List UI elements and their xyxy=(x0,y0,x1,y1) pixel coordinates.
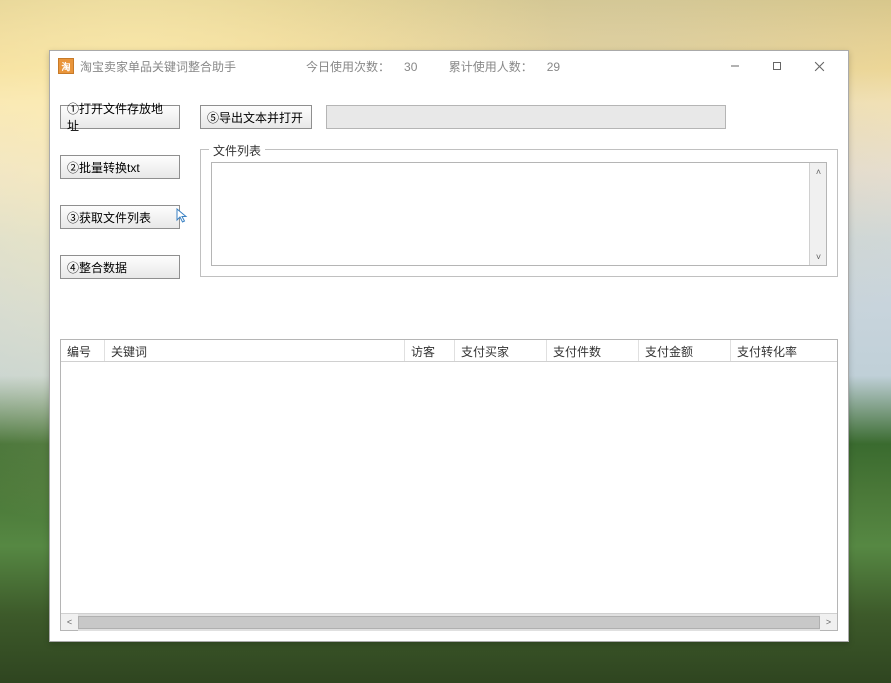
col-items[interactable]: 支付件数 xyxy=(547,340,639,361)
batch-convert-txt-button[interactable]: ②批量转换txt xyxy=(60,155,180,179)
total-users-count: 29 xyxy=(547,60,560,74)
scroll-track[interactable] xyxy=(78,614,820,631)
app-icon: 淘 xyxy=(58,58,74,74)
today-usage-label: 今日使用次数： xyxy=(306,60,390,74)
title-stats: 今日使用次数： 30 累计使用人数： 29 xyxy=(306,58,588,75)
col-buyers[interactable]: 支付买家 xyxy=(455,340,547,361)
scroll-up-icon[interactable]: ˄ xyxy=(810,163,827,180)
maximize-button[interactable] xyxy=(756,52,798,80)
col-index[interactable]: 编号 xyxy=(61,340,105,361)
right-panel: ⑤导出文本并打开 文件列表 ˄ ˅ xyxy=(200,105,838,277)
scroll-down-icon[interactable]: ˅ xyxy=(810,248,827,265)
today-usage-count: 30 xyxy=(404,60,417,74)
col-conversion[interactable]: 支付转化率 xyxy=(731,340,837,361)
integrate-data-button[interactable]: ④整合数据 xyxy=(60,255,180,279)
titlebar[interactable]: 淘 淘宝卖家单品关键词整合助手 今日使用次数： 30 累计使用人数： 29 xyxy=(50,51,848,81)
window-title: 淘宝卖家单品关键词整合助手 xyxy=(80,58,236,75)
col-keyword[interactable]: 关键词 xyxy=(105,340,405,361)
top-panel: ①打开文件存放地址 ②批量转换txt ③获取文件列表 ④整合数据 ⑤导出文本并打… xyxy=(60,87,838,319)
content-area: ①打开文件存放地址 ②批量转换txt ③获取文件列表 ④整合数据 ⑤导出文本并打… xyxy=(60,87,838,631)
file-list-box[interactable]: ˄ ˅ xyxy=(211,162,827,266)
close-button[interactable] xyxy=(798,52,840,80)
open-folder-button[interactable]: ①打开文件存放地址 xyxy=(60,105,180,129)
grid-header: 编号 关键词 访客 支付买家 支付件数 支付金额 支付转化率 xyxy=(61,340,837,362)
file-list-group: 文件列表 ˄ ˅ xyxy=(200,149,838,277)
get-file-list-button[interactable]: ③获取文件列表 xyxy=(60,205,180,229)
minimize-button[interactable] xyxy=(714,52,756,80)
app-window: 淘 淘宝卖家单品关键词整合助手 今日使用次数： 30 累计使用人数： 29 xyxy=(49,50,849,642)
scroll-left-icon[interactable]: ˂ xyxy=(61,614,78,631)
col-visitors[interactable]: 访客 xyxy=(405,340,455,361)
data-grid: 编号 关键词 访客 支付买家 支付件数 支付金额 支付转化率 ˂ ˃ xyxy=(60,339,838,631)
file-list-scrollbar[interactable]: ˄ ˅ xyxy=(809,163,826,265)
col-amount[interactable]: 支付金额 xyxy=(639,340,731,361)
grid-body[interactable] xyxy=(61,362,837,613)
path-display-field[interactable] xyxy=(326,105,726,129)
total-users-label: 累计使用人数： xyxy=(449,60,533,74)
step-buttons-column: ①打开文件存放地址 ②批量转换txt ③获取文件列表 ④整合数据 xyxy=(60,105,188,279)
file-list-label: 文件列表 xyxy=(209,142,265,159)
scroll-thumb[interactable] xyxy=(78,616,820,629)
export-text-button[interactable]: ⑤导出文本并打开 xyxy=(200,105,312,129)
grid-horizontal-scrollbar[interactable]: ˂ ˃ xyxy=(61,613,837,630)
scroll-right-icon[interactable]: ˃ xyxy=(820,614,837,631)
